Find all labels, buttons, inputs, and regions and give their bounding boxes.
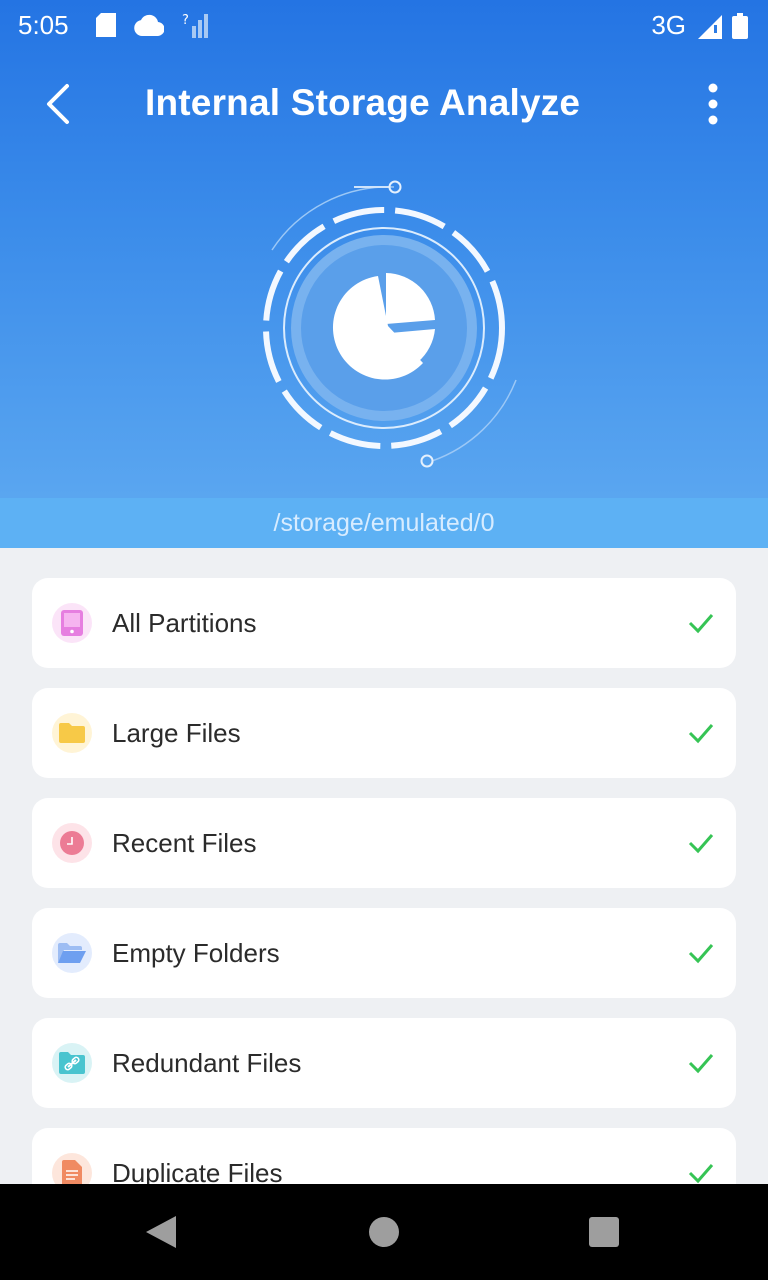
nav-back-icon[interactable] xyxy=(146,1216,176,1248)
check-icon xyxy=(688,834,714,854)
storage-analyze-illustration xyxy=(263,180,517,468)
list-item-label: Recent Files xyxy=(112,828,257,858)
list-item-duplicate-files[interactable]: Duplicate Files xyxy=(32,1128,736,1184)
app-bar: Internal Storage Analyze xyxy=(0,52,768,158)
system-navigation-bar xyxy=(0,1184,768,1280)
nav-recents-icon[interactable] xyxy=(589,1217,619,1247)
nav-home-icon[interactable] xyxy=(369,1217,399,1247)
status-bar: 5:05 ? 3G xyxy=(0,0,768,52)
clock-icon xyxy=(52,823,92,863)
signal-icon xyxy=(698,14,722,39)
list-item-label: Empty Folders xyxy=(112,938,280,968)
document-icon xyxy=(52,1153,92,1184)
link-icon xyxy=(52,1043,92,1083)
list-item-label: Redundant Files xyxy=(112,1048,302,1078)
open-folder-icon xyxy=(52,933,92,973)
check-icon xyxy=(688,614,714,634)
folder-icon xyxy=(52,713,92,753)
battery-icon xyxy=(732,12,748,39)
signal-unknown-icon: ? xyxy=(182,13,208,38)
more-options-button[interactable] xyxy=(688,74,738,134)
storage-path-text: /storage/emulated/0 xyxy=(273,508,495,537)
page-title: Internal Storage Analyze xyxy=(145,82,581,123)
check-icon xyxy=(688,724,714,744)
list-item-recent-files[interactable]: Recent Files xyxy=(32,798,736,888)
list-item-redundant-files[interactable]: Redundant Files xyxy=(32,1018,736,1108)
phone-icon xyxy=(52,603,92,643)
list-item-label: Large Files xyxy=(112,718,241,748)
list-item-large-files[interactable]: Large Files xyxy=(32,688,736,778)
check-icon xyxy=(688,1054,714,1074)
analysis-list: All Partitions Large Files Recent Files … xyxy=(32,578,736,1184)
list-item-label: Duplicate Files xyxy=(112,1158,283,1184)
arrow-back-icon xyxy=(47,84,69,124)
storage-path: /storage/emulated/0 xyxy=(0,498,768,548)
status-time: 5:05 xyxy=(18,10,69,40)
more-vertical-icon xyxy=(708,83,718,125)
network-type: 3G xyxy=(651,10,686,40)
list-item-all-partitions[interactable]: All Partitions xyxy=(32,578,736,668)
list-item-label: All Partitions xyxy=(112,608,257,638)
svg-text:?: ? xyxy=(182,13,189,28)
header-background: 5:05 ? 3G Internal Storage Analyze xyxy=(0,0,768,498)
check-icon xyxy=(688,1164,714,1184)
list-item-empty-folders[interactable]: Empty Folders xyxy=(32,908,736,998)
back-button[interactable] xyxy=(30,74,86,134)
sd-card-icon xyxy=(96,13,116,37)
cloud-icon xyxy=(134,14,164,36)
check-icon xyxy=(688,944,714,964)
